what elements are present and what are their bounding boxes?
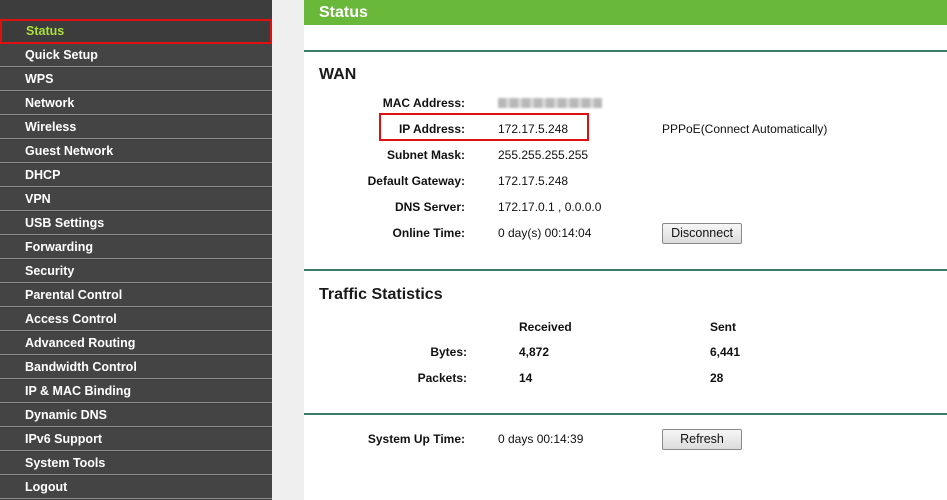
sidebar-item-logout[interactable]: Logout [0,476,272,499]
sidebar-item-dhcp[interactable]: DHCP [0,164,272,187]
sidebar-item-status[interactable]: Status [0,19,272,44]
sidebar-item-system-tools[interactable]: System Tools [0,452,272,475]
ip-address-value: 172.17.5.248 [498,122,569,136]
traffic-section-title: Traffic Statistics [319,286,443,303]
system-uptime-label: System Up Time: [367,432,465,446]
refresh-button[interactable]: Refresh [662,429,742,450]
subnet-mask-label: Subnet Mask: [386,148,465,162]
page-title: Status [304,0,947,25]
sidebar-item-vpn[interactable]: VPN [0,188,272,211]
sent-column-header: Sent [710,320,737,334]
packets-received-value: 14 [519,371,533,385]
system-uptime-value: 0 days 00:14:39 [498,432,584,446]
connection-type: PPPoE(Connect Automatically) [662,122,828,136]
sidebar-item-ip-mac-binding[interactable]: IP & MAC Binding [0,380,272,403]
mac-address-value-redacted [498,98,602,108]
dns-server-value: 172.17.0.1 , 0.0.0.0 [498,200,602,214]
sidebar-item-access-control[interactable]: Access Control [0,308,272,331]
packets-sent-value: 28 [710,371,724,385]
bytes-label: Bytes: [430,345,467,359]
wan-section-title: WAN [319,66,357,83]
subnet-mask-value: 255.255.255.255 [498,148,589,162]
main-content: Status WAN MAC Address: IP Address: 172.… [304,0,947,500]
section-divider [304,50,947,52]
bytes-sent-value: 6,441 [710,345,741,359]
sidebar-item-usb-settings[interactable]: USB Settings [0,212,272,235]
bytes-received-value: 4,872 [519,345,550,359]
section-divider [304,269,947,271]
mac-address-label: MAC Address: [382,96,465,110]
dns-server-label: DNS Server: [394,200,465,214]
default-gateway-value: 172.17.5.248 [498,174,569,188]
online-time-label: Online Time: [392,226,465,240]
section-divider [304,413,947,415]
sidebar-item-bandwidth-control[interactable]: Bandwidth Control [0,356,272,379]
sidebar-item-wps[interactable]: WPS [0,68,272,91]
ip-address-label: IP Address: [398,122,465,136]
sidebar-nav: Status Quick Setup WPS Network Wireless … [0,0,272,500]
received-column-header: Received [519,320,572,334]
sidebar-item-parental-control[interactable]: Parental Control [0,284,272,307]
sidebar-item-security[interactable]: Security [0,260,272,283]
online-time-value: 0 day(s) 00:14:04 [498,226,592,240]
sidebar-item-ipv6-support[interactable]: IPv6 Support [0,428,272,451]
disconnect-button[interactable]: Disconnect [662,223,742,244]
sidebar-item-guest-network[interactable]: Guest Network [0,140,272,163]
sidebar-item-forwarding[interactable]: Forwarding [0,236,272,259]
sidebar-item-quick-setup[interactable]: Quick Setup [0,44,272,67]
sidebar-item-advanced-routing[interactable]: Advanced Routing [0,332,272,355]
sidebar-item-dynamic-dns[interactable]: Dynamic DNS [0,404,272,427]
sidebar-item-network[interactable]: Network [0,92,272,115]
packets-label: Packets: [417,371,467,385]
default-gateway-label: Default Gateway: [367,174,465,188]
sidebar-item-wireless[interactable]: Wireless [0,116,272,139]
content-gutter [272,0,304,500]
